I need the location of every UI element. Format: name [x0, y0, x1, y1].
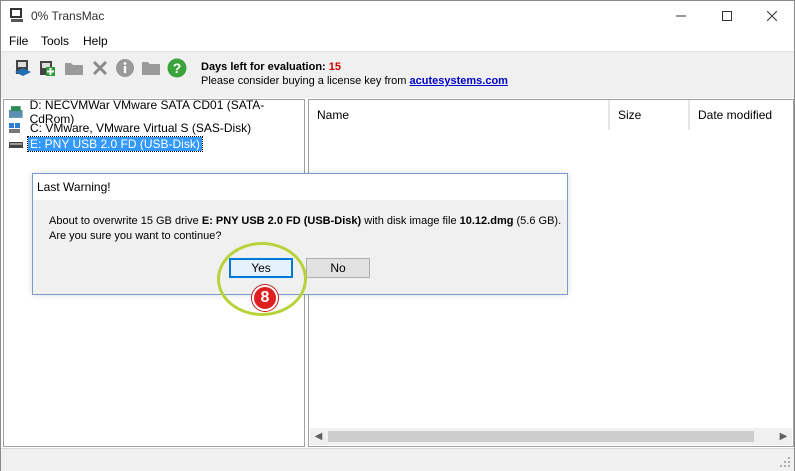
scroll-left-icon[interactable]: ◀ [310, 428, 327, 445]
no-button[interactable]: No [306, 258, 370, 278]
open-disk-image-icon[interactable] [13, 58, 33, 78]
column-header-name[interactable]: Name [309, 100, 609, 130]
column-header-date[interactable]: Date modified [689, 100, 793, 130]
svg-text:?: ? [173, 60, 182, 76]
maximize-button[interactable] [704, 1, 750, 31]
evaluation-days-count: 15 [328, 61, 342, 73]
toolbar: ? Days left for evaluation: 15 Please co… [1, 51, 794, 98]
maximize-icon [722, 11, 732, 21]
evaluation-notice: Days left for evaluation: 15 [201, 61, 341, 73]
window-title: 0% TransMac [31, 9, 105, 23]
minimize-button[interactable] [658, 1, 704, 31]
menu-tools[interactable]: Tools [41, 34, 69, 48]
dialog-title: Last Warning! [33, 174, 567, 200]
scroll-right-icon[interactable]: ▶ [775, 428, 792, 445]
message-suffix: (5.6 GB). [516, 215, 562, 227]
folder-icon[interactable] [64, 58, 84, 78]
info-icon[interactable] [115, 58, 135, 78]
evaluation-label: Days left for evaluation: [201, 61, 326, 73]
restore-disk-image-icon[interactable] [37, 58, 57, 78]
message-mid: with disk image file [364, 215, 457, 227]
folder-open-icon[interactable] [141, 58, 161, 78]
license-notice: Please consider buying a license key fro… [201, 75, 508, 87]
license-link[interactable]: acutesystems.com [410, 75, 508, 87]
license-text: Please consider buying a license key fro… [201, 75, 407, 87]
scrollbar-thumb[interactable] [328, 431, 754, 442]
resize-grip-icon[interactable] [779, 456, 791, 468]
close-button[interactable] [749, 1, 795, 31]
column-header-size[interactable]: Size [609, 100, 689, 130]
dialog-question: Are you sure you want to continue? [49, 230, 222, 242]
delete-icon[interactable] [90, 58, 110, 78]
dialog-message: About to overwrite 15 GB drive E: PNY US… [49, 215, 561, 227]
status-bar [1, 448, 794, 471]
menu-file[interactable]: File [9, 34, 28, 48]
message-file: 10.12.dmg [459, 215, 514, 227]
hard-disk-icon [9, 123, 20, 133]
minimize-icon [676, 15, 686, 17]
menu-help[interactable]: Help [83, 34, 108, 48]
close-icon [767, 11, 777, 21]
title-bar: 0% TransMac [1, 1, 794, 31]
message-prefix: About to overwrite 15 GB drive [49, 215, 199, 227]
drive-label-selected: E: PNY USB 2.0 FD (USB-Disk) [27, 136, 203, 152]
message-drive: E: PNY USB 2.0 FD (USB-Disk) [201, 215, 362, 227]
drive-item-usb[interactable]: E: PNY USB 2.0 FD (USB-Disk) [8, 136, 203, 152]
usb-disk-icon [9, 142, 23, 148]
drive-label: C: VMware, VMware Virtual S (SAS-Disk) [30, 121, 252, 135]
cdrom-drive-icon [8, 106, 23, 118]
drive-item-c[interactable]: C: VMware, VMware Virtual S (SAS-Disk) [8, 120, 253, 136]
horizontal-scrollbar[interactable]: ◀ ▶ [310, 428, 792, 445]
menu-bar: File Tools Help [1, 31, 794, 51]
step-badge: 8 [252, 285, 278, 311]
help-icon[interactable]: ? [167, 58, 187, 78]
drive-item-cdrom[interactable]: D: NECVMWar VMware SATA CD01 (SATA-CdRom… [8, 98, 304, 126]
transmac-app-icon [10, 8, 23, 22]
